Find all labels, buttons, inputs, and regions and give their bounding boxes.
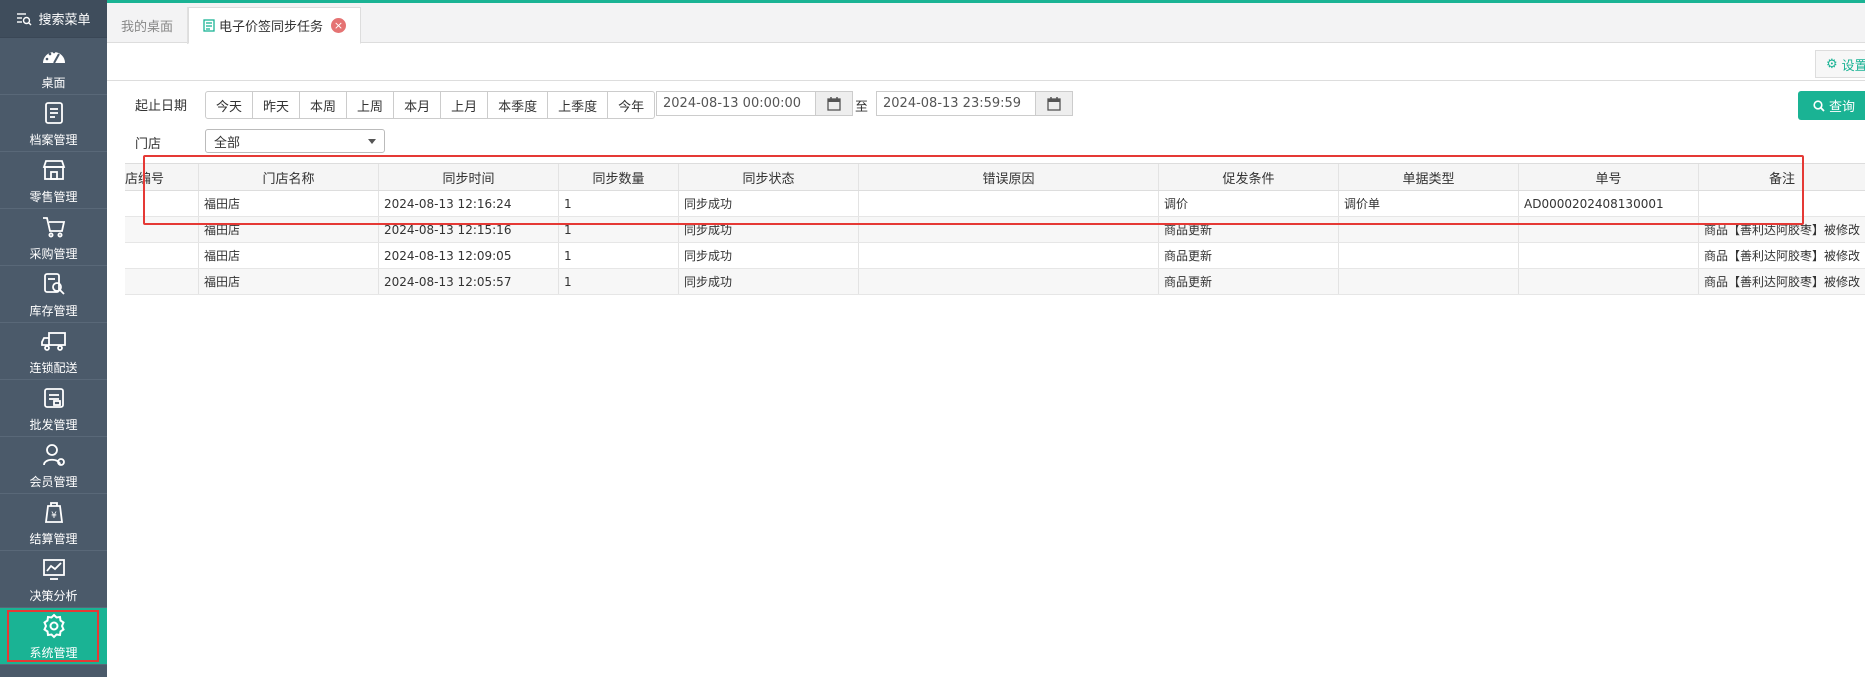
end-date-calendar-button[interactable] — [1035, 91, 1073, 116]
nav-item-label: 结算管理 — [29, 531, 78, 546]
settings-label: 设置 — [1841, 58, 1865, 74]
cell-store-name: 福田店 — [199, 243, 379, 268]
to-label: 至 — [855, 100, 869, 115]
cell-sync-count: 1 — [559, 269, 679, 294]
highlight-annotation — [7, 610, 99, 662]
tab-label: 我的桌面 — [121, 20, 174, 35]
cell-sync-time: 2024-08-13 12:05:57 — [379, 269, 559, 294]
range-today-button[interactable]: 今天 — [206, 92, 254, 118]
range-this-year-button[interactable]: 今年 — [608, 92, 654, 118]
nav-item-desktop[interactable]: 桌面 — [0, 38, 107, 95]
nav-item-retail[interactable]: 零售管理 — [0, 152, 107, 209]
nav-item-analysis[interactable]: 决策分析 — [0, 551, 107, 608]
tab-bar: 我的桌面 电子价签同步任务 × — [107, 3, 1865, 44]
document-icon — [203, 19, 215, 32]
cell-sync-time: 2024-08-13 12:09:05 — [379, 243, 559, 268]
highlight-annotation — [143, 155, 1804, 225]
wholesale-icon — [40, 384, 68, 412]
nav-item-wholesale[interactable]: 批发管理 — [0, 380, 107, 437]
archive-icon — [40, 99, 68, 127]
settlement-icon: ¥ — [40, 498, 68, 526]
close-icon[interactable]: × — [331, 18, 347, 33]
range-yesterday-button[interactable]: 昨天 — [253, 92, 301, 118]
search-menu-icon — [17, 12, 32, 25]
cell-doc-type — [1339, 269, 1519, 294]
range-last-week-button[interactable]: 上周 — [347, 92, 395, 118]
store-select[interactable]: 全部 — [205, 129, 385, 153]
search-menu-button[interactable]: 搜索菜单 — [0, 0, 107, 38]
sidebar: 搜索菜单 桌面 档案管理 零售管理 采购管理 库存管理 连锁配送 批发管理 会员… — [0, 0, 107, 677]
nav-item-label: 桌面 — [41, 75, 66, 90]
quick-range-group: 今天 昨天 本周 上周 本月 上月 本季度 上季度 今年 — [205, 91, 656, 119]
member-icon — [40, 441, 68, 469]
cart-icon — [40, 213, 68, 241]
nav-item-label: 库存管理 — [29, 303, 78, 318]
table-row[interactable]: 福田店 2024-08-13 12:09:05 1 同步成功 商品更新 商品【善… — [125, 243, 1865, 269]
cell-doc-number — [1519, 243, 1699, 268]
nav-item-label: 批发管理 — [29, 417, 78, 432]
settings-button[interactable]: ⚙ 设置 — [1815, 50, 1865, 78]
range-this-month-button[interactable]: 本月 — [394, 92, 442, 118]
date-range-label: 起止日期 — [135, 99, 188, 114]
table-row[interactable]: 福田店 2024-08-13 12:05:57 1 同步成功 商品更新 商品【善… — [125, 269, 1865, 295]
nav-item-system[interactable]: 系统管理 — [0, 608, 107, 665]
end-date-input[interactable]: 2024-08-13 23:59:59 — [876, 91, 1036, 116]
gear-icon: ⚙ — [1826, 56, 1838, 72]
cell-doc-type — [1339, 243, 1519, 268]
nav-item-label: 决策分析 — [29, 588, 78, 603]
cell-remark: 商品【善利达阿胶枣】被修改 — [1704, 249, 1861, 263]
nav-item-inventory[interactable]: 库存管理 — [0, 266, 107, 323]
range-last-quarter-button[interactable]: 上季度 — [548, 92, 609, 118]
store-select-value: 全部 — [214, 135, 241, 151]
cell-remark: 商品【善利达阿胶枣】被修改 — [1704, 275, 1861, 289]
start-date-calendar-button[interactable] — [815, 91, 853, 116]
cell-trigger: 商品更新 — [1159, 269, 1339, 294]
cell-sync-status: 同步成功 — [679, 243, 859, 268]
cell-error-reason — [859, 269, 1159, 294]
query-label: 查询 — [1828, 100, 1855, 115]
divider — [107, 80, 1865, 81]
inventory-icon — [40, 270, 68, 298]
nav-item-purchase[interactable]: 采购管理 — [0, 209, 107, 266]
cell-sync-status: 同步成功 — [679, 269, 859, 294]
range-this-quarter-button[interactable]: 本季度 — [488, 92, 549, 118]
cell-sync-count: 1 — [559, 243, 679, 268]
cell-store-name: 福田店 — [199, 269, 379, 294]
tab-my-desktop[interactable]: 我的桌面 — [107, 7, 189, 44]
cell-error-reason — [859, 243, 1159, 268]
cell-store-code — [125, 243, 199, 268]
nav-item-label: 会员管理 — [29, 474, 78, 489]
dashboard-icon — [40, 42, 68, 70]
calendar-icon — [1047, 96, 1061, 111]
range-this-week-button[interactable]: 本周 — [300, 92, 348, 118]
search-menu-label: 搜索菜单 — [38, 13, 91, 28]
store-label: 门店 — [135, 137, 162, 152]
cell-store-code — [125, 269, 199, 294]
start-date-input[interactable]: 2024-08-13 00:00:00 — [656, 91, 816, 116]
calendar-icon — [827, 96, 841, 111]
nav-item-distribution[interactable]: 连锁配送 — [0, 323, 107, 380]
svg-text:¥: ¥ — [51, 511, 57, 521]
range-last-month-button[interactable]: 上月 — [441, 92, 489, 118]
tab-esl-sync-task[interactable]: 电子价签同步任务 × — [188, 7, 362, 44]
search-icon — [1813, 99, 1825, 112]
truck-icon — [40, 327, 68, 355]
nav-item-archive[interactable]: 档案管理 — [0, 95, 107, 152]
nav-item-member[interactable]: 会员管理 — [0, 437, 107, 494]
chevron-down-icon — [368, 139, 376, 144]
nav-item-label: 采购管理 — [29, 246, 78, 261]
nav-item-settlement[interactable]: ¥ 结算管理 — [0, 494, 107, 551]
cell-doc-number — [1519, 269, 1699, 294]
nav-item-label: 连锁配送 — [29, 360, 78, 375]
nav-item-label: 档案管理 — [29, 132, 78, 147]
cell-trigger: 商品更新 — [1159, 243, 1339, 268]
query-button[interactable]: 查询 — [1798, 91, 1865, 120]
store-icon — [40, 156, 68, 184]
nav-item-label: 零售管理 — [29, 189, 78, 204]
tab-label: 电子价签同步任务 — [219, 20, 324, 35]
chart-icon — [40, 555, 68, 583]
